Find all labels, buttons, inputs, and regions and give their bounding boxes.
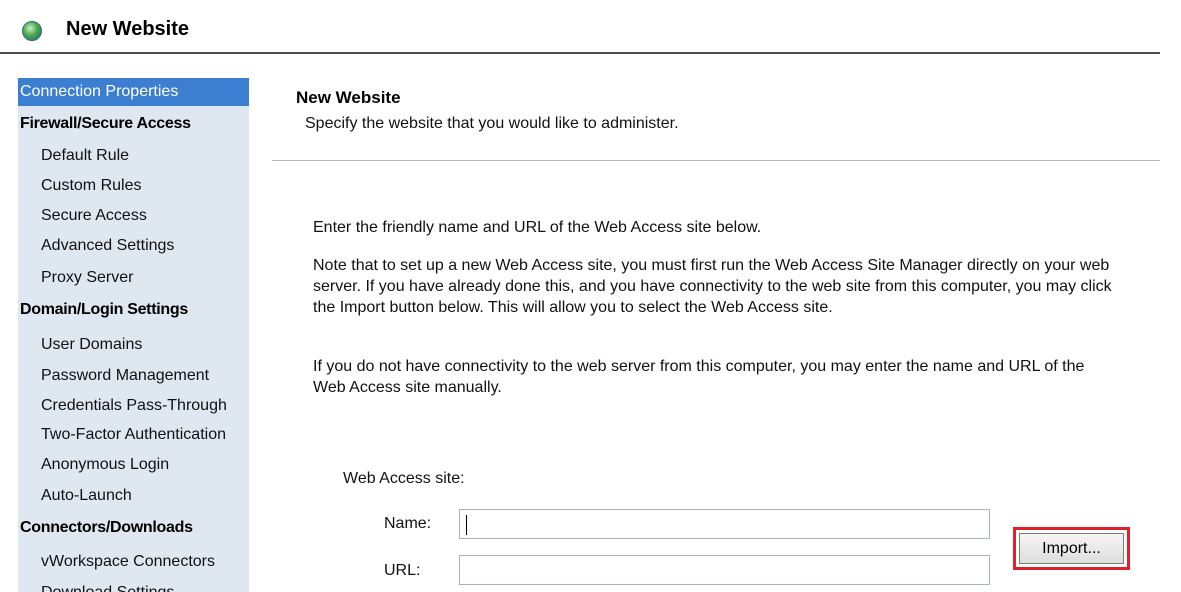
sidebar-item-default-rule[interactable]: Default Rule xyxy=(18,142,249,170)
sidebar-item-custom-rules[interactable]: Custom Rules xyxy=(18,172,249,200)
header-divider xyxy=(272,160,1160,161)
note-line: server. If you have already done this, a… xyxy=(313,278,1112,295)
text-cursor xyxy=(466,515,467,535)
title-divider xyxy=(0,52,1160,54)
sidebar-item-proxy-server[interactable]: Proxy Server xyxy=(18,264,249,292)
sidebar-item-password-management[interactable]: Password Management xyxy=(18,362,249,390)
sidebar-item-vworkspace-connectors[interactable]: vWorkspace Connectors xyxy=(18,548,249,576)
name-label: Name: xyxy=(384,515,432,532)
note-line: Note that to set up a new Web Access sit… xyxy=(313,257,1110,274)
sidebar-group-firewall-secure-access[interactable]: Firewall/Secure Access xyxy=(18,110,249,138)
page-title: New Website xyxy=(296,88,401,107)
sidebar-group-domain-login-settings[interactable]: Domain/Login Settings xyxy=(18,296,249,324)
sidebar-item-connection-properties[interactable]: Connection Properties xyxy=(18,78,249,106)
web-access-site-label: Web Access site: xyxy=(343,470,465,487)
title-bar: New Website xyxy=(0,0,1181,52)
name-input[interactable] xyxy=(459,509,990,539)
sidebar-item-download-settings[interactable]: Download Settings xyxy=(18,579,249,592)
sidebar-item-two-factor-authentication[interactable]: Two-Factor Authentication xyxy=(18,421,249,449)
sidebar-item-anonymous-login[interactable]: Anonymous Login xyxy=(18,451,249,479)
intro-text: Enter the friendly name and URL of the W… xyxy=(313,219,762,236)
sidebar-item-advanced-settings[interactable]: Advanced Settings xyxy=(18,232,249,260)
url-input[interactable] xyxy=(459,555,990,585)
manual-line: Web Access site manually. xyxy=(313,379,502,396)
sidebar-item-user-domains[interactable]: User Domains xyxy=(18,331,249,359)
import-button[interactable]: Import... xyxy=(1019,533,1124,564)
page-header: New Website Specify the website that you… xyxy=(272,78,1160,160)
window-title: New Website xyxy=(66,18,189,40)
sidebar-item-credentials-pass-through[interactable]: Credentials Pass-Through xyxy=(18,392,249,420)
url-label: URL: xyxy=(384,562,421,579)
sidebar-nav: Connection Properties Firewall/Secure Ac… xyxy=(18,78,249,592)
note-line: the Import button below. This will allow… xyxy=(313,299,833,316)
sidebar-group-connectors-downloads[interactable]: Connectors/Downloads xyxy=(18,514,249,542)
page-description: Specify the website that you would like … xyxy=(305,115,679,132)
sidebar-item-secure-access[interactable]: Secure Access xyxy=(18,202,249,230)
manual-line: If you do not have connectivity to the w… xyxy=(313,358,1085,375)
sidebar-item-auto-launch[interactable]: Auto-Launch xyxy=(18,482,249,510)
globe-icon xyxy=(22,21,42,41)
